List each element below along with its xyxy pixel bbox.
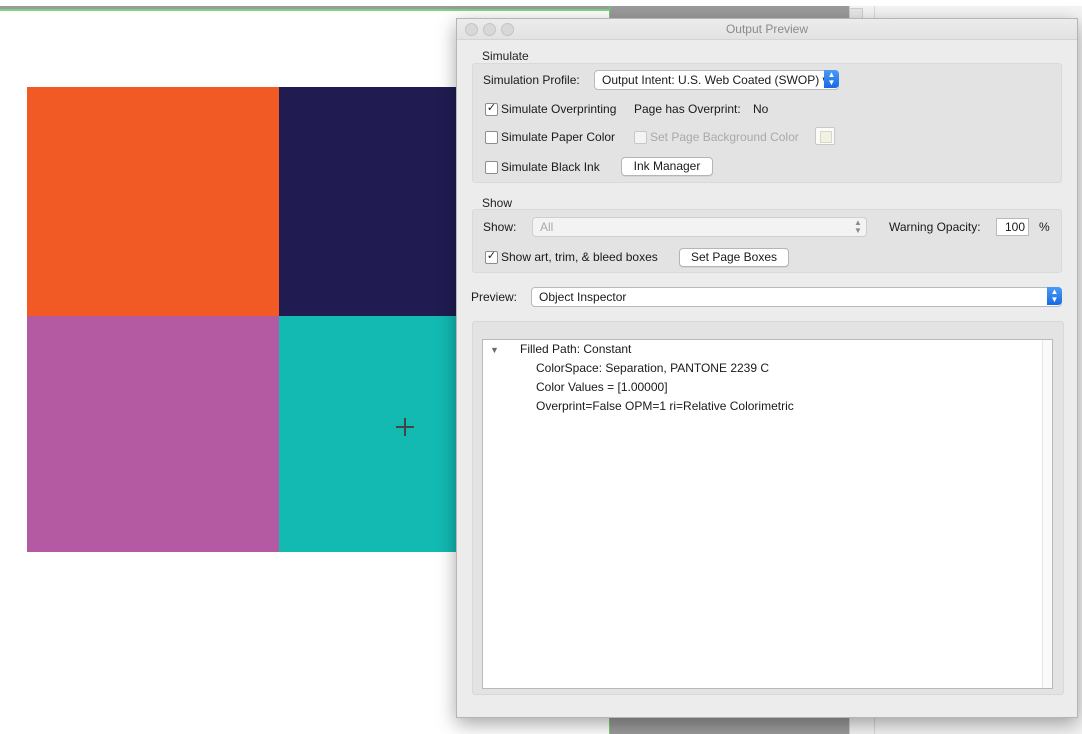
warning-opacity-label: Warning Opacity: (889, 220, 981, 234)
popup-arrows-icon: ▲ ▼ (854, 218, 862, 235)
swatch-purple[interactable] (27, 316, 279, 552)
page-background-color-well[interactable] (815, 127, 835, 145)
swatch-orange[interactable] (27, 87, 279, 316)
simulate-black-ink-label: Simulate Black Ink (501, 160, 600, 174)
page-background-color-label: Set Page Background Color (650, 130, 799, 144)
tree-child-item[interactable]: Overprint=False OPM=1 ri=Relative Colori… (536, 399, 794, 413)
dialog-title: Output Preview (725, 22, 809, 36)
show-boxes-label: Show art, trim, & bleed boxes (501, 250, 658, 264)
simulate-overprinting-checkbox[interactable]: ✓ (485, 102, 498, 116)
show-value: All (540, 220, 554, 234)
warning-opacity-input[interactable]: 100 (996, 218, 1029, 236)
checkmark-icon: ✓ (486, 102, 497, 114)
simulate-black-ink-checkbox[interactable] (485, 161, 498, 174)
checkmark-icon: ✓ (486, 250, 497, 262)
swatch-navy[interactable] (279, 87, 459, 316)
simulation-profile-label: Simulation Profile: (483, 73, 580, 87)
page-background-color-checkbox[interactable] (634, 131, 647, 144)
simulate-paper-color-checkbox[interactable] (485, 131, 498, 144)
simulate-paper-color-label: Simulate Paper Color (501, 130, 616, 144)
warning-opacity-unit: % (1039, 220, 1050, 234)
preview-label: Preview: (471, 290, 518, 304)
preview-value: Object Inspector (539, 290, 627, 304)
color-well-swatch (820, 131, 832, 143)
tree-child-item[interactable]: Color Values = [1.00000] (536, 380, 668, 394)
preview-popup[interactable]: Object Inspector ▲ ▼ (531, 287, 1062, 307)
show-popup[interactable]: All ▲ ▼ (532, 217, 867, 237)
simulate-section-label: Simulate (482, 49, 529, 63)
bleed-box-line (0, 9, 609, 11)
tree-child-item[interactable]: ColorSpace: Separation, PANTONE 2239 C (536, 361, 769, 375)
popup-arrows-icon: ▲ ▼ (824, 70, 839, 88)
crosshair-cursor-icon (396, 418, 414, 436)
page-overprint-value: No (753, 102, 769, 116)
show-label: Show: (483, 220, 517, 234)
swatch-teal[interactable] (279, 316, 459, 552)
object-inspector-tree[interactable]: ▼ Filled Path: Constant ColorSpace: Sepa… (482, 339, 1053, 689)
show-boxes-checkbox[interactable]: ✓ (485, 250, 498, 264)
inspector-scrollbar[interactable] (1042, 340, 1052, 688)
tree-root-item[interactable]: Filled Path: Constant (520, 342, 631, 356)
disclosure-triangle-icon[interactable]: ▼ (490, 345, 499, 355)
output-preview-dialog: Output Preview Simulate Simulation Profi… (456, 18, 1078, 718)
popup-arrows-icon: ▲ ▼ (1047, 287, 1062, 305)
show-section-label: Show (482, 196, 513, 210)
page-overprint-label: Page has Overprint: (634, 102, 741, 116)
title-bar[interactable]: Output Preview (457, 19, 1077, 40)
simulation-profile-value: Output Intent: U.S. Web Coated (SWOP) v2 (602, 73, 836, 87)
simulation-profile-popup[interactable]: Output Intent: U.S. Web Coated (SWOP) v2… (594, 70, 839, 90)
simulate-overprinting-label: Simulate Overprinting (501, 102, 617, 116)
set-page-boxes-button[interactable]: Set Page Boxes (679, 248, 789, 267)
ink-manager-button[interactable]: Ink Manager (621, 157, 713, 176)
